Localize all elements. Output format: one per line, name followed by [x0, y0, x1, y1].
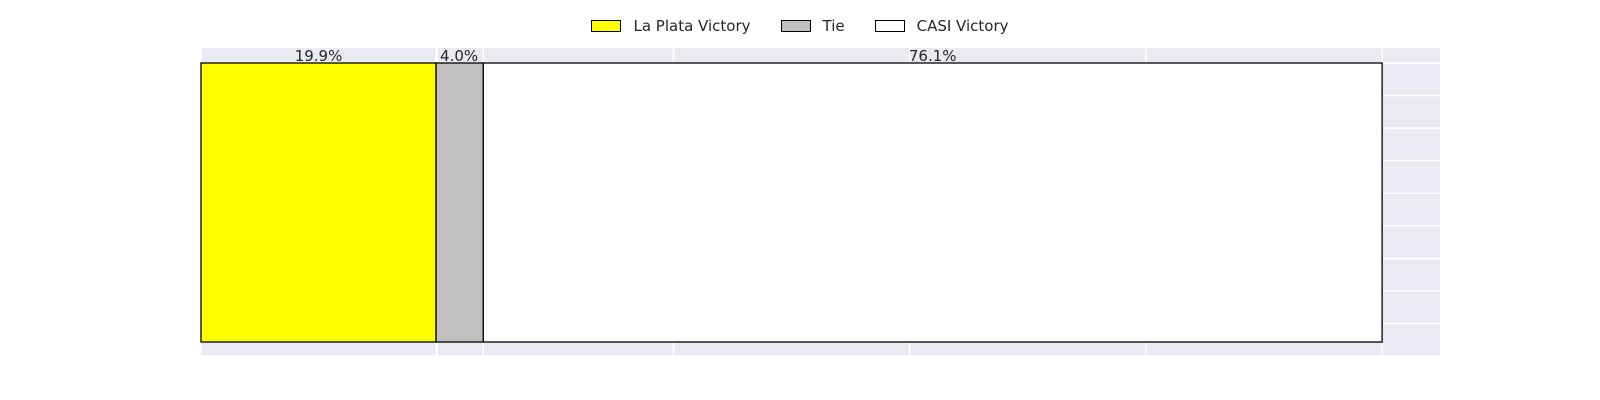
plot-area: 19.9% 4.0% 76.1% — [200, 47, 1440, 357]
bar-label-tie: 4.0% — [440, 47, 478, 65]
bar-segments — [200, 62, 1383, 343]
bar-segment-la-plata-victory — [200, 62, 437, 343]
bar-label-casi-victory: 76.1% — [909, 47, 957, 65]
stacked-bar-chart: La Plata Victory Tie CASI Victory 19.9% … — [0, 0, 1600, 400]
bar-segment-casi-victory — [482, 62, 1383, 343]
bar-segment-tie — [435, 62, 484, 343]
bar-label-la-plata-victory: 19.9% — [295, 47, 343, 65]
